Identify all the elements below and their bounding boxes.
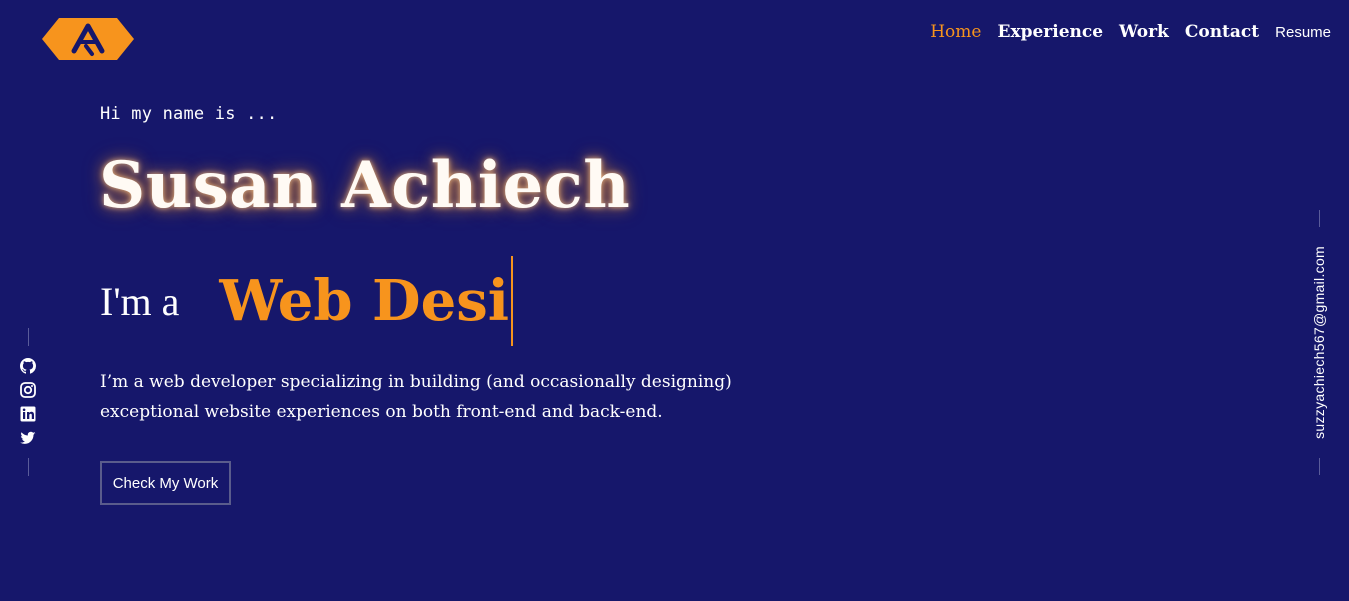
nav-home[interactable]: Home [930,22,981,42]
linkedin-icon[interactable] [20,406,36,422]
logo-icon [42,18,134,60]
divider-line [1318,210,1320,227]
typing-cursor [511,256,514,346]
instagram-icon[interactable] [20,382,36,398]
nav-resume[interactable]: Resume [1275,24,1331,41]
email-sidebar: suzzyachiech567@gmail.com [1309,210,1329,475]
divider-line [27,328,29,346]
role-prefix: I'm a [100,278,180,324]
twitter-icon[interactable] [20,430,36,446]
nav-contact[interactable]: Contact [1185,22,1259,42]
role-typed-text: Web Desi [219,268,510,334]
bio-text: I’m a web developer specializing in buil… [100,372,732,422]
divider-line [1318,458,1320,475]
nav-experience[interactable]: Experience [997,22,1103,42]
check-my-work-button[interactable]: Check My Work [100,461,231,505]
github-icon[interactable] [20,358,36,374]
social-sidebar [18,328,38,476]
hero-name: Susan Achiech [99,148,631,223]
main-nav: Home Experience Work Contact Resume [930,22,1331,42]
role-line: I'm a Web Desi [100,256,514,346]
nav-work[interactable]: Work [1119,22,1169,42]
divider-line [27,458,29,476]
logo[interactable] [42,18,134,60]
greeting: Hi my name is ... [100,104,278,124]
email-link[interactable]: suzzyachiech567@gmail.com [1311,246,1327,439]
